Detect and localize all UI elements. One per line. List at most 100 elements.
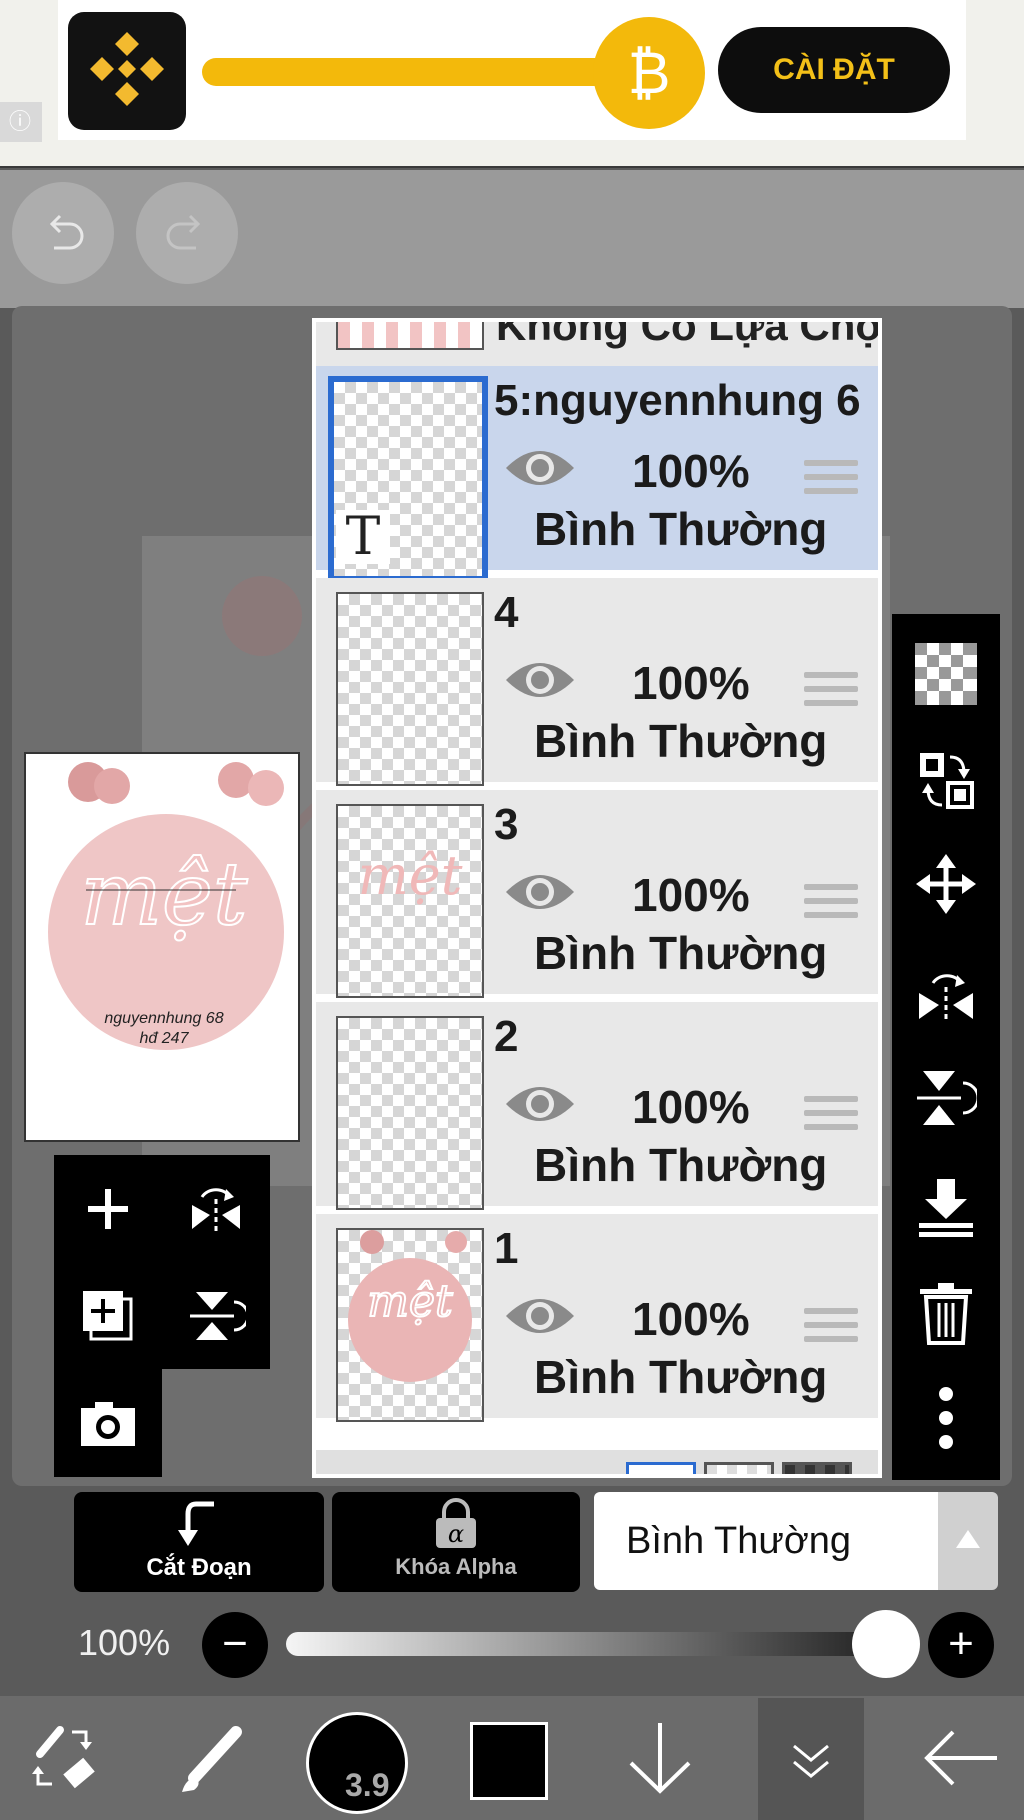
visibility-eye-icon[interactable]: [502, 1290, 578, 1342]
alpha-lock-button[interactable]: α Khóa Alpha: [332, 1492, 580, 1592]
more-options-button[interactable]: [892, 1368, 1000, 1468]
alpha-lock-label: Khóa Alpha: [395, 1554, 517, 1579]
install-button[interactable]: CÀI ĐẶT: [718, 27, 950, 113]
undo-icon: [49, 214, 84, 250]
undo-button[interactable]: [12, 182, 114, 284]
bg-swatch-checker[interactable]: [704, 1462, 774, 1474]
layer-row-1[interactable]: mệt 1 100% Bình Thường: [316, 1214, 878, 1422]
opacity-increase-button[interactable]: +: [928, 1612, 994, 1678]
brush-button[interactable]: [162, 1696, 266, 1820]
binance-logo-icon: [68, 12, 186, 130]
arrow-down-icon: [629, 1723, 691, 1794]
swap-icon: [920, 753, 974, 809]
flip-vertical-button[interactable]: [892, 1048, 1000, 1148]
layer-thumbnail: mệt: [336, 1228, 484, 1422]
checkerboard-icon: [915, 643, 977, 705]
move-button[interactable]: [892, 834, 1000, 934]
transparency-button[interactable]: [892, 624, 1000, 724]
background-color-row[interactable]: [316, 1450, 878, 1474]
drag-handle-icon[interactable]: [804, 1308, 858, 1348]
drag-handle-icon[interactable]: [804, 672, 858, 712]
plus-icon: +: [948, 1619, 974, 1668]
preview-caption-line2: hđ 247: [139, 1030, 189, 1047]
color-picker-button[interactable]: [470, 1722, 548, 1800]
more-vertical-icon: [939, 1387, 953, 1449]
camera-icon: [81, 1401, 135, 1446]
right-tool-palette: [892, 614, 1000, 1480]
add-layer-button[interactable]: [54, 1155, 162, 1262]
brush-size-value: 3.9: [345, 1767, 390, 1803]
no-selection-layer[interactable]: Không Có Lựa Chọn: [316, 322, 878, 366]
svg-text:mệt: mệt: [358, 844, 463, 907]
layer-blend-mode: Bình Thường: [534, 1139, 828, 1191]
layer-blend-mode: Bình Thường: [534, 1351, 828, 1403]
redo-icon: [166, 214, 201, 250]
redo-button[interactable]: [136, 182, 238, 284]
double-chevron-down-icon: [793, 1744, 829, 1778]
opacity-slider-knob[interactable]: [852, 1610, 920, 1678]
clipping-button[interactable]: Cắt Đoạn: [74, 1492, 324, 1592]
clipping-label: Cắt Đoạn: [146, 1554, 252, 1581]
layer-down-button[interactable]: [608, 1696, 712, 1820]
layer-blend-mode: Bình Thường: [534, 503, 828, 555]
layer-thumbnail: [336, 592, 484, 786]
layer-thumbnail: mệt: [336, 804, 484, 998]
blend-mode-value: Bình Thường: [626, 1520, 852, 1562]
layer-1-artwork: mệt: [348, 1230, 472, 1382]
layer-row-3[interactable]: mệt 3 100% Bình Thường: [316, 790, 878, 998]
canvas-preview[interactable]: mệt nguyennhung 68 hđ 247: [24, 752, 300, 1142]
tool-switch-button[interactable]: [10, 1696, 114, 1820]
layer-thumbnail: [336, 1016, 484, 1210]
ad-content[interactable]: ₿ CÀI ĐẶT: [58, 0, 966, 140]
layer-row-5[interactable]: T 5:nguyennhung 6 100% Bình Thường: [316, 366, 878, 582]
drag-handle-icon[interactable]: [804, 1096, 858, 1136]
svg-text:mệt: mệt: [367, 1276, 453, 1327]
ad-info-icon[interactable]: ⓘ: [0, 102, 42, 142]
left-tool-palette: [54, 1155, 270, 1369]
alpha-symbol: α: [448, 1520, 464, 1548]
layer-blend-mode: Bình Thường: [534, 715, 828, 767]
layers-panel-button[interactable]: [758, 1698, 864, 1820]
opacity-slider[interactable]: [286, 1632, 888, 1656]
preview-artwork: mệt: [48, 762, 284, 1050]
bg-swatch-white[interactable]: [626, 1462, 696, 1474]
drag-handle-icon[interactable]: [804, 884, 858, 924]
arrow-left-icon: [924, 1730, 997, 1786]
layer-thumbnail: T: [328, 376, 488, 582]
left-tool-palette-bottom: [54, 1369, 162, 1477]
camera-button[interactable]: [54, 1369, 162, 1476]
layers-panel[interactable]: Không Có Lựa Chọn T 5:nguyennhung 6 100%…: [312, 318, 882, 1478]
flip-vertical-layer-button[interactable]: [162, 1262, 270, 1369]
flip-horizontal-layer-button[interactable]: [162, 1155, 270, 1262]
swap-layer-button[interactable]: [892, 730, 1000, 830]
layer-opacity: 100%: [632, 1081, 750, 1133]
blend-mode-select[interactable]: Bình Thường: [594, 1492, 938, 1590]
flip-horizontal-icon: [919, 974, 973, 1023]
layer-name: 1: [494, 1224, 519, 1273]
opacity-decrease-button[interactable]: −: [202, 1612, 268, 1678]
no-selection-label: Không Có Lựa Chọn: [496, 322, 878, 349]
back-button[interactable]: [906, 1696, 1016, 1820]
move-arrows-icon: [916, 854, 976, 914]
layer-opacity: 100%: [632, 657, 750, 709]
layer-row-4[interactable]: 4 100% Bình Thường: [316, 578, 878, 786]
layer-name: 4: [494, 588, 519, 637]
brush-size-button[interactable]: 3.9: [306, 1712, 408, 1814]
visibility-eye-icon[interactable]: [502, 866, 578, 918]
minus-icon: −: [222, 1619, 248, 1668]
ad-banner[interactable]: ₿ CÀI ĐẶT ⓘ: [0, 0, 1024, 168]
merge-down-button[interactable]: [892, 1158, 1000, 1258]
visibility-eye-icon[interactable]: [502, 654, 578, 706]
layer-row-2[interactable]: 2 100% Bình Thường: [316, 1002, 878, 1210]
drag-handle-icon[interactable]: [804, 460, 858, 500]
ad-slider-bar: [202, 58, 622, 86]
delete-layer-button[interactable]: [892, 1264, 1000, 1364]
trash-icon: [920, 1283, 972, 1345]
visibility-eye-icon[interactable]: [502, 1078, 578, 1130]
duplicate-layer-button[interactable]: [54, 1262, 162, 1369]
blend-mode-dropdown-icon[interactable]: [938, 1492, 998, 1590]
bg-swatch-dark[interactable]: [782, 1462, 852, 1474]
flip-horizontal-button[interactable]: [892, 944, 1000, 1044]
visibility-eye-icon[interactable]: [502, 442, 578, 494]
opacity-value: 100%: [78, 1622, 171, 1663]
